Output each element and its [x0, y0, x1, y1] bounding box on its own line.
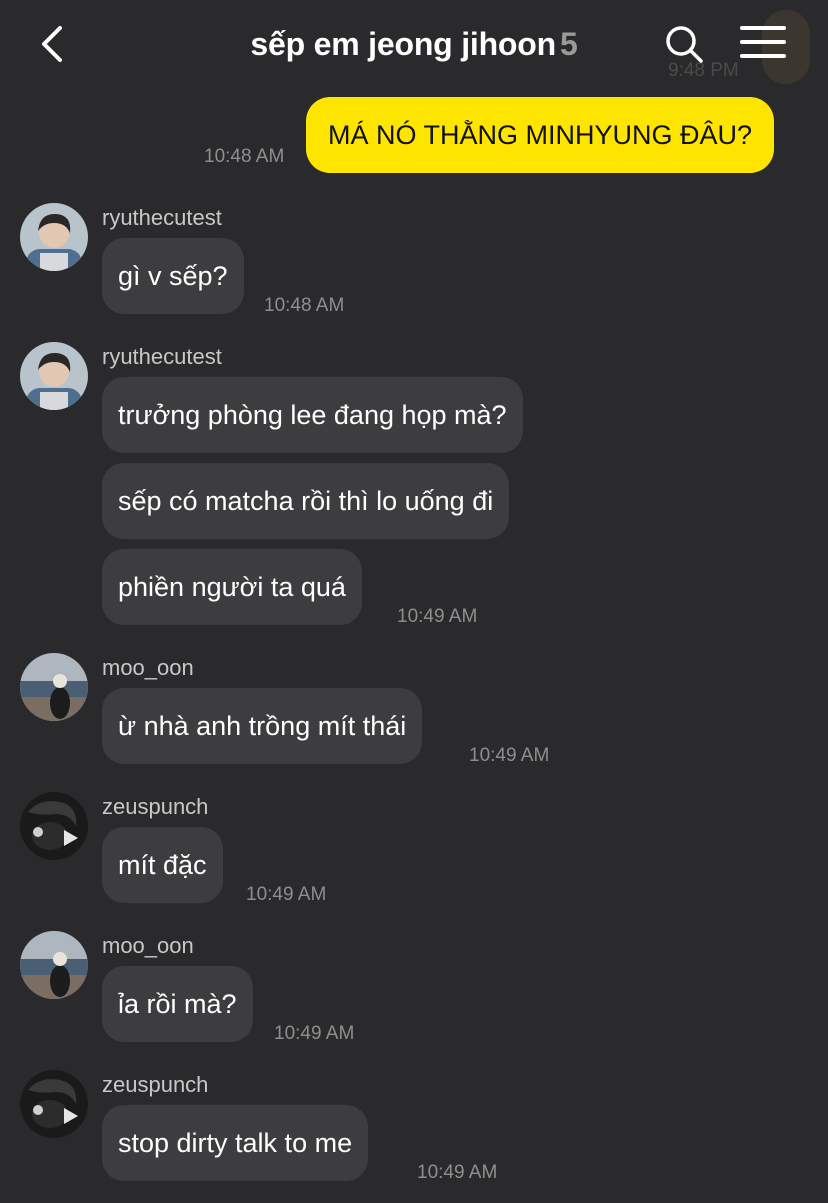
avatar[interactable]: [20, 931, 88, 999]
avatar-zeus: [20, 1070, 88, 1138]
sender-name: ryuthecutest: [102, 205, 222, 230]
sender-name: zeuspunch: [102, 794, 209, 819]
avatar-zeus: [20, 792, 88, 860]
chat-screen: 9:48 PM sếp em jeong jihoon 5 10:48 AM MÁ…: [0, 0, 828, 1203]
message-time: 10:49 AM: [397, 606, 478, 627]
avatar-moo: [20, 931, 88, 999]
search-button[interactable]: [664, 24, 704, 64]
avatar[interactable]: [20, 792, 88, 860]
avatar[interactable]: [20, 203, 88, 271]
sender-name: zeuspunch: [102, 1072, 209, 1097]
message-bubble[interactable]: mít đặc: [102, 827, 223, 903]
message-bubble[interactable]: ỉa rồi mà?: [102, 966, 253, 1042]
chat-name: sếp em jeong jihoon: [250, 26, 556, 62]
message-time: 10:49 AM: [246, 884, 327, 905]
message-bubble[interactable]: stop dirty talk to me: [102, 1105, 369, 1181]
member-count: 5: [559, 26, 578, 62]
message-bubble[interactable]: trưởng phòng lee đang họp mà?: [102, 377, 523, 453]
message-time: 10:48 AM: [264, 295, 345, 316]
message-bubble[interactable]: gì v sếp?: [102, 238, 244, 314]
message-time: 10:49 AM: [274, 1023, 355, 1044]
message-bubble[interactable]: ừ nhà anh trồng mít thái: [102, 688, 423, 764]
outgoing-message-bubble[interactable]: MÁ NÓ THẰNG MINHYUNG ĐÂU?: [306, 97, 775, 173]
avatar-ryu: [20, 342, 88, 410]
avatar[interactable]: [20, 653, 88, 721]
avatar[interactable]: [20, 1070, 88, 1138]
chat-header: 9:48 PM sếp em jeong jihoon 5: [0, 0, 828, 90]
outgoing-time: 10:48 AM: [204, 146, 285, 167]
search-icon: [666, 26, 703, 63]
hamburger-icon: [740, 26, 786, 58]
message-bubble[interactable]: sếp có matcha rồi thì lo uống đi: [102, 463, 510, 539]
message-bubble[interactable]: phiền người ta quá: [102, 549, 362, 625]
sender-name: moo_oon: [102, 655, 194, 680]
sender-name: moo_oon: [102, 933, 194, 958]
menu-button[interactable]: [740, 26, 786, 62]
message-time: 10:49 AM: [417, 1162, 498, 1183]
avatar-ryu: [20, 203, 88, 271]
sender-name: ryuthecutest: [102, 344, 222, 369]
message-time: 10:49 AM: [469, 745, 550, 766]
avatar[interactable]: [20, 342, 88, 410]
avatar-moo: [20, 653, 88, 721]
